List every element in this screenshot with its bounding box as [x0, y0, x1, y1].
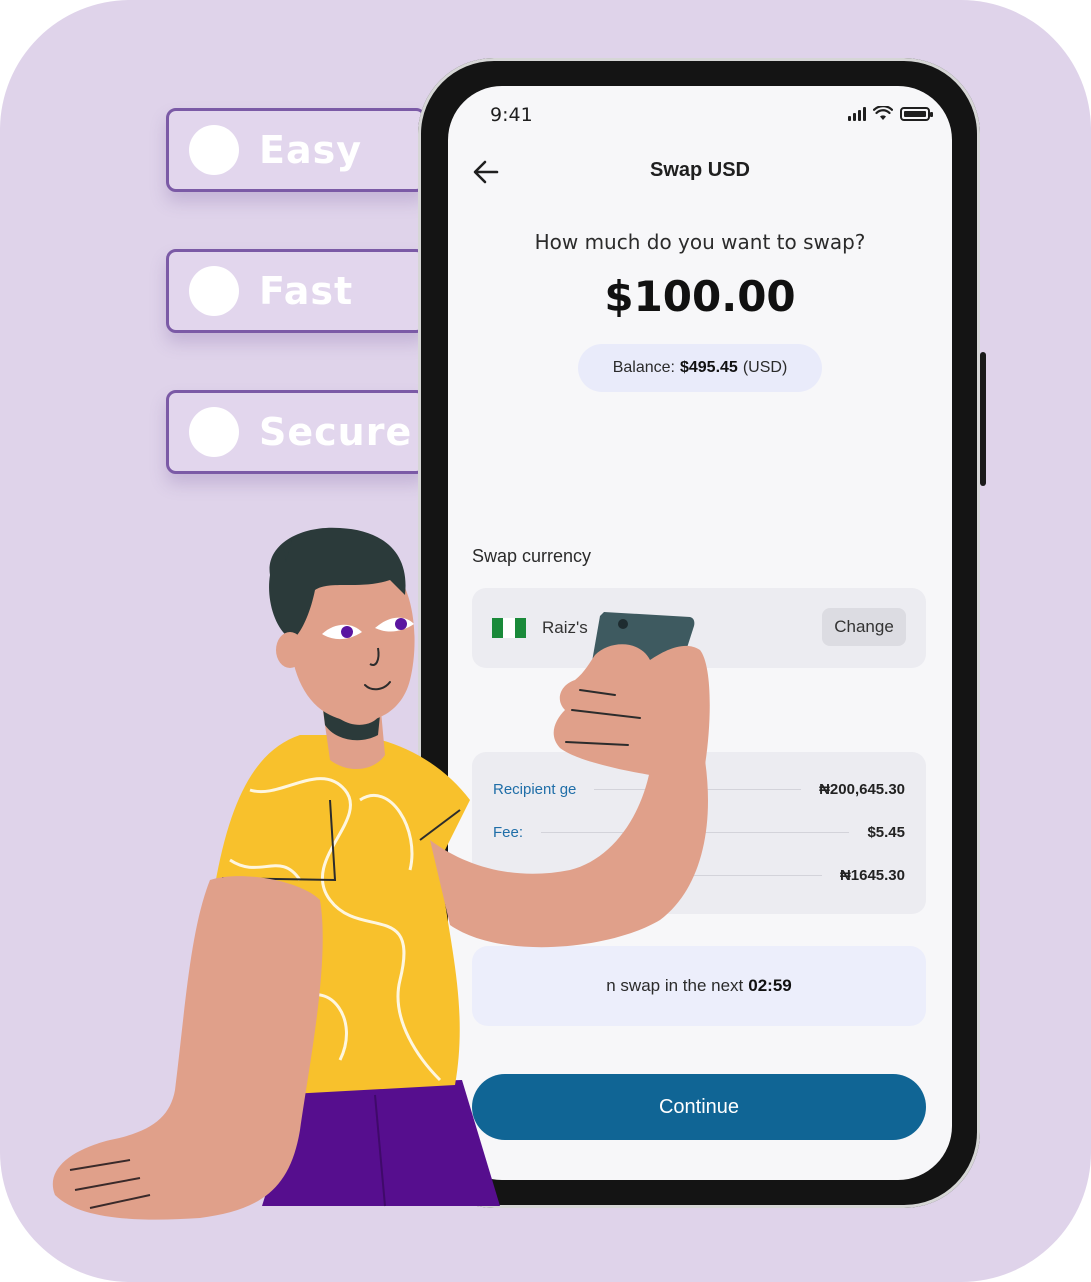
wifi-icon [873, 106, 893, 120]
summary-value: ₦200,645.30 [819, 780, 905, 798]
summary-divider [594, 788, 802, 790]
battery-icon [900, 106, 933, 121]
summary-row: Fee: $5.45 [493, 821, 905, 843]
phone-side-button [980, 352, 986, 486]
bullet-dot-icon [189, 266, 239, 316]
feature-label: Fast [259, 269, 354, 313]
summary-row: ₦1645.30 [493, 864, 905, 886]
summary-value: $5.45 [867, 823, 905, 841]
balance-label: Balance: [612, 359, 675, 376]
feature-label: Easy [259, 128, 362, 172]
balance-value: $495.45 [679, 359, 738, 376]
countdown-card: n swap in the next 02:59 [472, 946, 926, 1026]
summary-label: Recipient ge [493, 780, 577, 798]
swap-currency-label: Swap currency [472, 546, 592, 566]
currency-account-card[interactable]: Raiz's t Change [472, 588, 926, 668]
countdown-text: n swap in the next [606, 976, 744, 995]
status-time: 9:41 [490, 104, 533, 126]
account-name: Raiz's [542, 618, 588, 637]
summary-row: Recipient ge ₦200,645.30 [493, 778, 905, 800]
balance-currency: (USD) [742, 359, 788, 376]
feature-pill-fast: Fast [166, 249, 426, 333]
balance-badge: Balance: $495.45 (USD) [578, 344, 822, 392]
swap-question: How much do you want to swap? [534, 230, 866, 254]
nigeria-flag-icon [492, 618, 526, 638]
page-title: Swap USD [649, 159, 751, 181]
continue-button[interactable]: Continue [472, 1074, 926, 1140]
feature-label: Secure [259, 410, 413, 454]
summary-value: ₦1645.30 [839, 866, 905, 884]
swap-summary-card: Recipient ge ₦200,645.30 Fee: $5.45 ₦164… [472, 752, 926, 914]
change-button[interactable]: Change [822, 608, 906, 646]
bullet-dot-icon [189, 125, 239, 175]
feature-pill-secure: Secure [166, 390, 426, 474]
countdown-value: 02:59 [748, 976, 792, 995]
status-icons [848, 106, 933, 121]
feature-pill-easy: Easy [166, 108, 426, 192]
summary-label: Fee: [493, 823, 524, 841]
signal-icon [848, 106, 866, 121]
swap-amount-input[interactable]: $100.00 [448, 272, 952, 321]
account-name-suffix: t [683, 618, 689, 637]
summary-divider [511, 874, 822, 876]
phone-screen: 9:41 Swap USD How much do you want to sw… [448, 86, 952, 1180]
bullet-dot-icon [189, 407, 239, 457]
summary-divider [541, 831, 850, 833]
